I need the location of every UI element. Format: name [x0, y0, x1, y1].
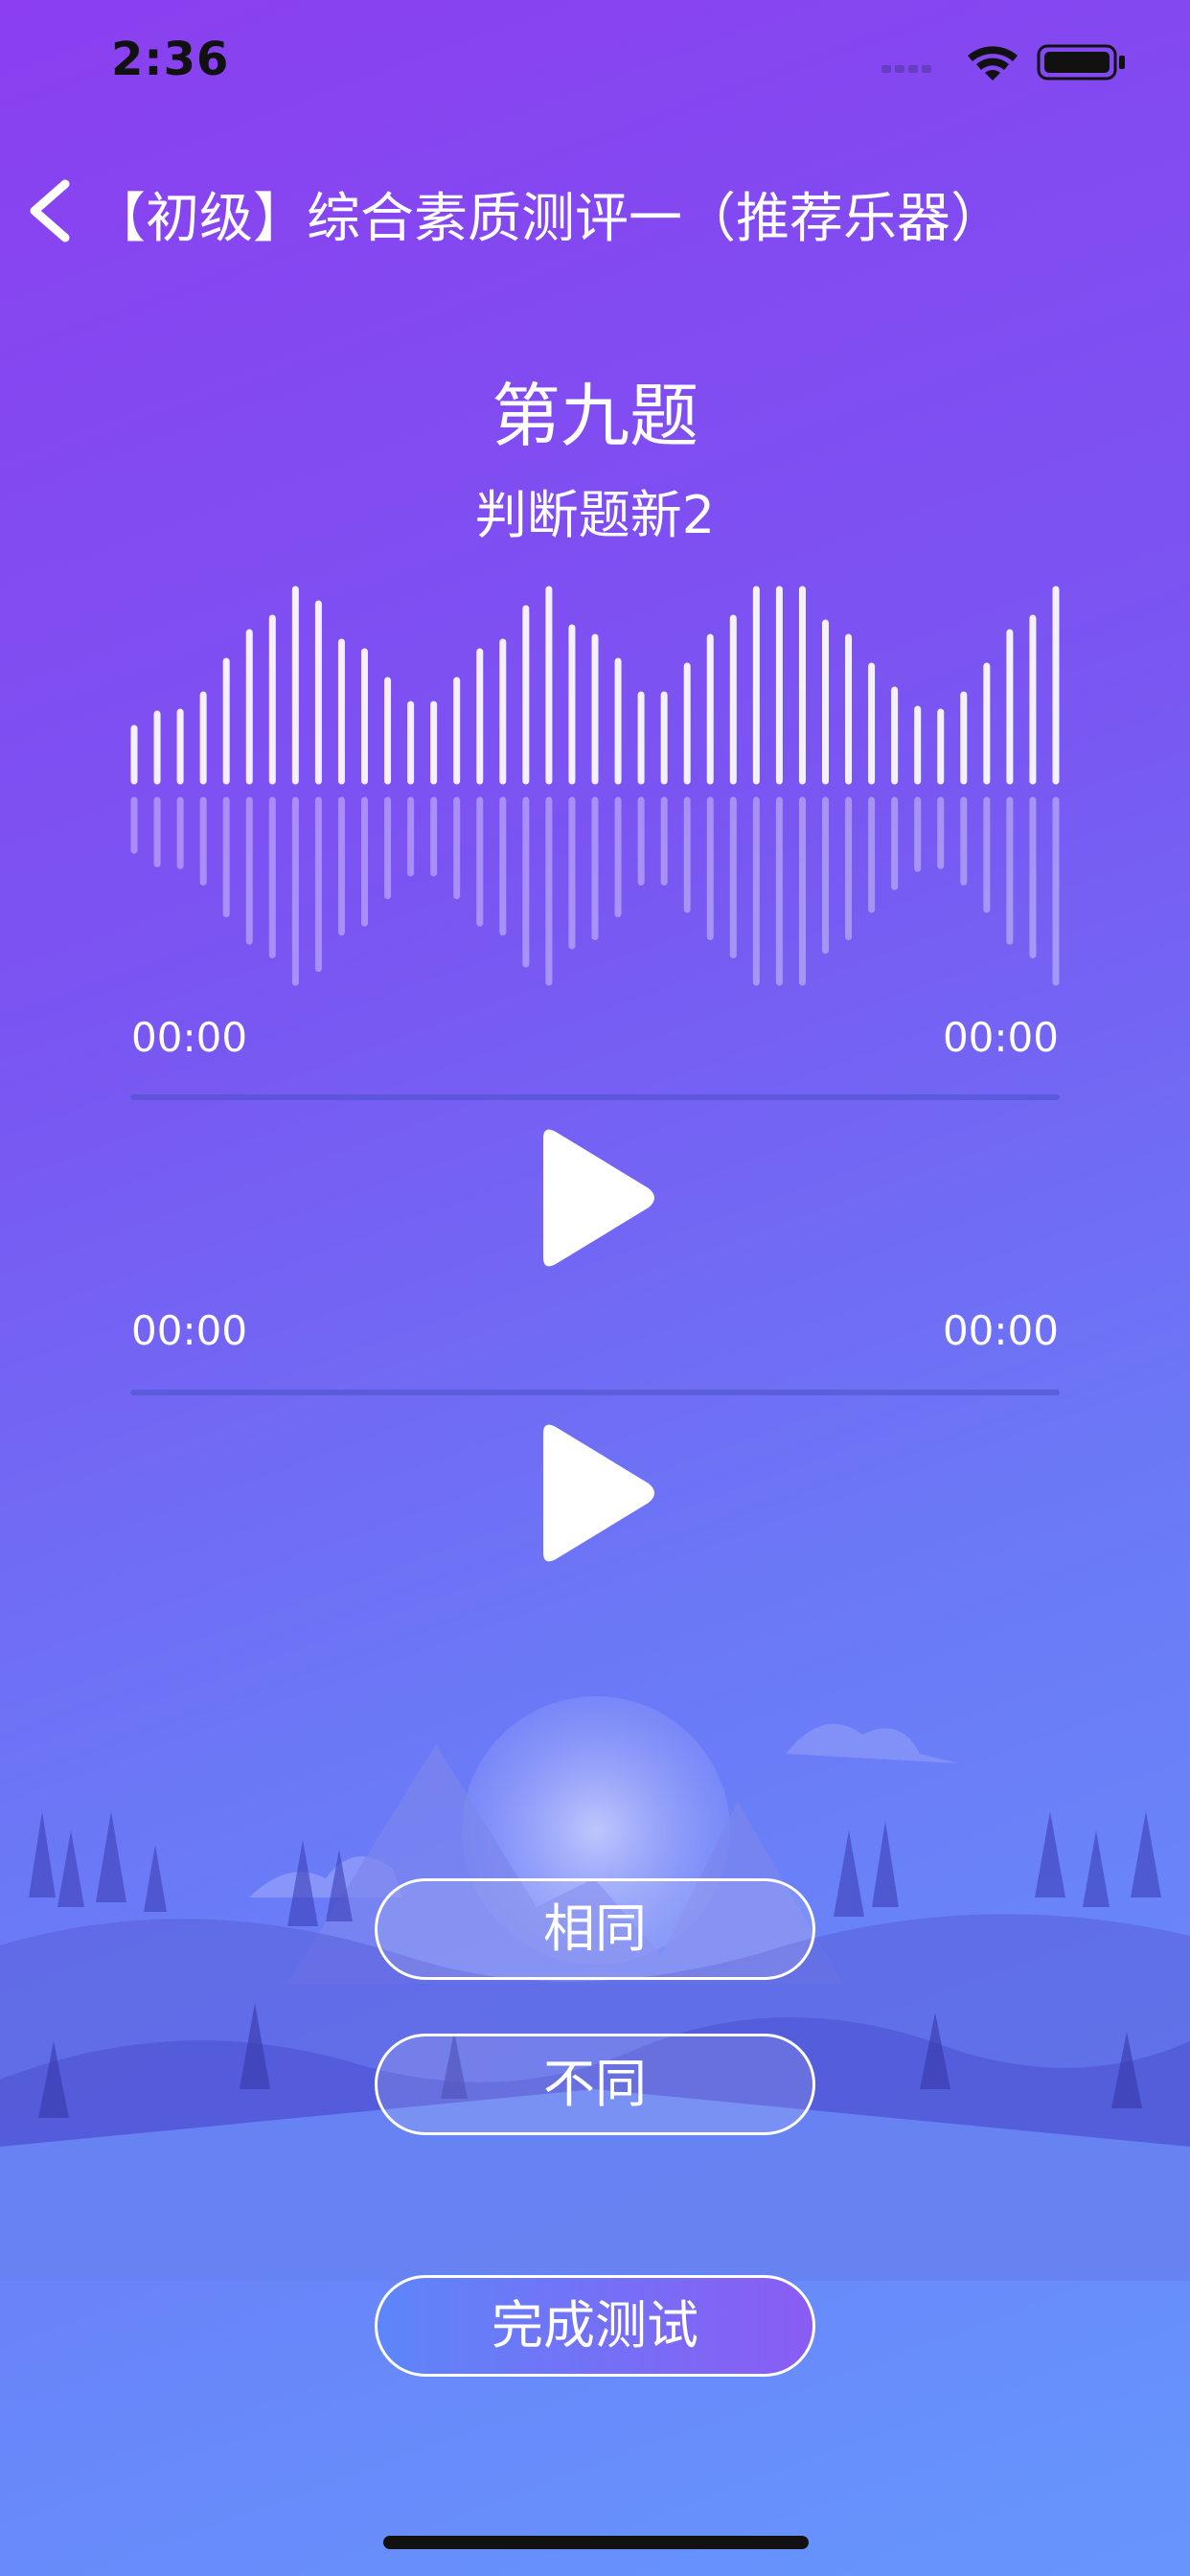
signal-icon: [881, 65, 931, 73]
chevron-left-icon: [30, 179, 70, 242]
player-1-progress-track[interactable]: [130, 1094, 1060, 1100]
answer-same-button[interactable]: 相同: [375, 1878, 815, 1980]
page-title: 【初级】综合素质测评一（推荐乐器）: [92, 188, 1004, 250]
waveform-graphic: [130, 586, 1060, 986]
play-icon: [543, 1424, 654, 1562]
answer-different-button[interactable]: 不同: [375, 2034, 815, 2135]
wifi-icon: [968, 46, 1018, 80]
player-2-current-time: 00:00: [131, 1307, 248, 1354]
player-1-current-time: 00:00: [131, 1014, 248, 1061]
finish-test-button[interactable]: 完成测试: [375, 2275, 815, 2377]
player-1-total-time: 00:00: [942, 1014, 1059, 1061]
back-button[interactable]: [19, 172, 86, 249]
player-2-progress-track[interactable]: [130, 1390, 1060, 1395]
battery-icon: [1037, 44, 1125, 80]
player-2-total-time: 00:00: [942, 1307, 1059, 1354]
question-number: 第九题: [491, 376, 698, 456]
status-icons: [881, 42, 1131, 80]
play-icon: [543, 1129, 654, 1267]
question-subtitle: 判断题新2: [474, 485, 716, 545]
player-2-play-button[interactable]: [530, 1416, 660, 1570]
home-indicator: [383, 2536, 809, 2549]
status-time: 2:36: [111, 33, 230, 86]
player-1-play-button[interactable]: [530, 1121, 660, 1275]
